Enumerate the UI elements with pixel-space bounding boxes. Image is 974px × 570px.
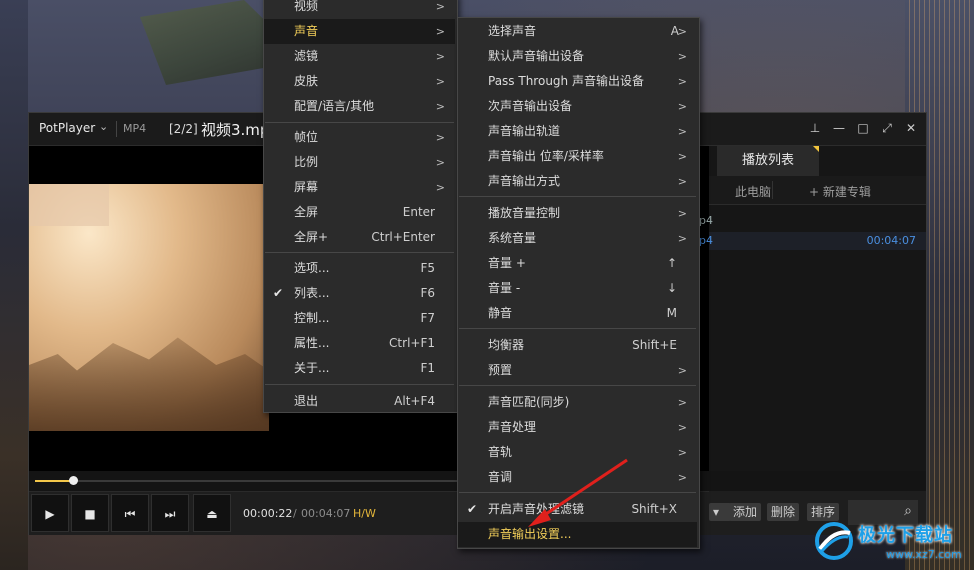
watermark-url: www.xz7.com [886,548,962,561]
watermark-logo-icon [815,522,853,560]
arrow-line [539,458,628,520]
annotation-arrow [528,458,628,527]
watermark: 极光下载站 www.xz7.com [812,515,972,567]
watermark-title: 极光下载站 [858,525,953,546]
